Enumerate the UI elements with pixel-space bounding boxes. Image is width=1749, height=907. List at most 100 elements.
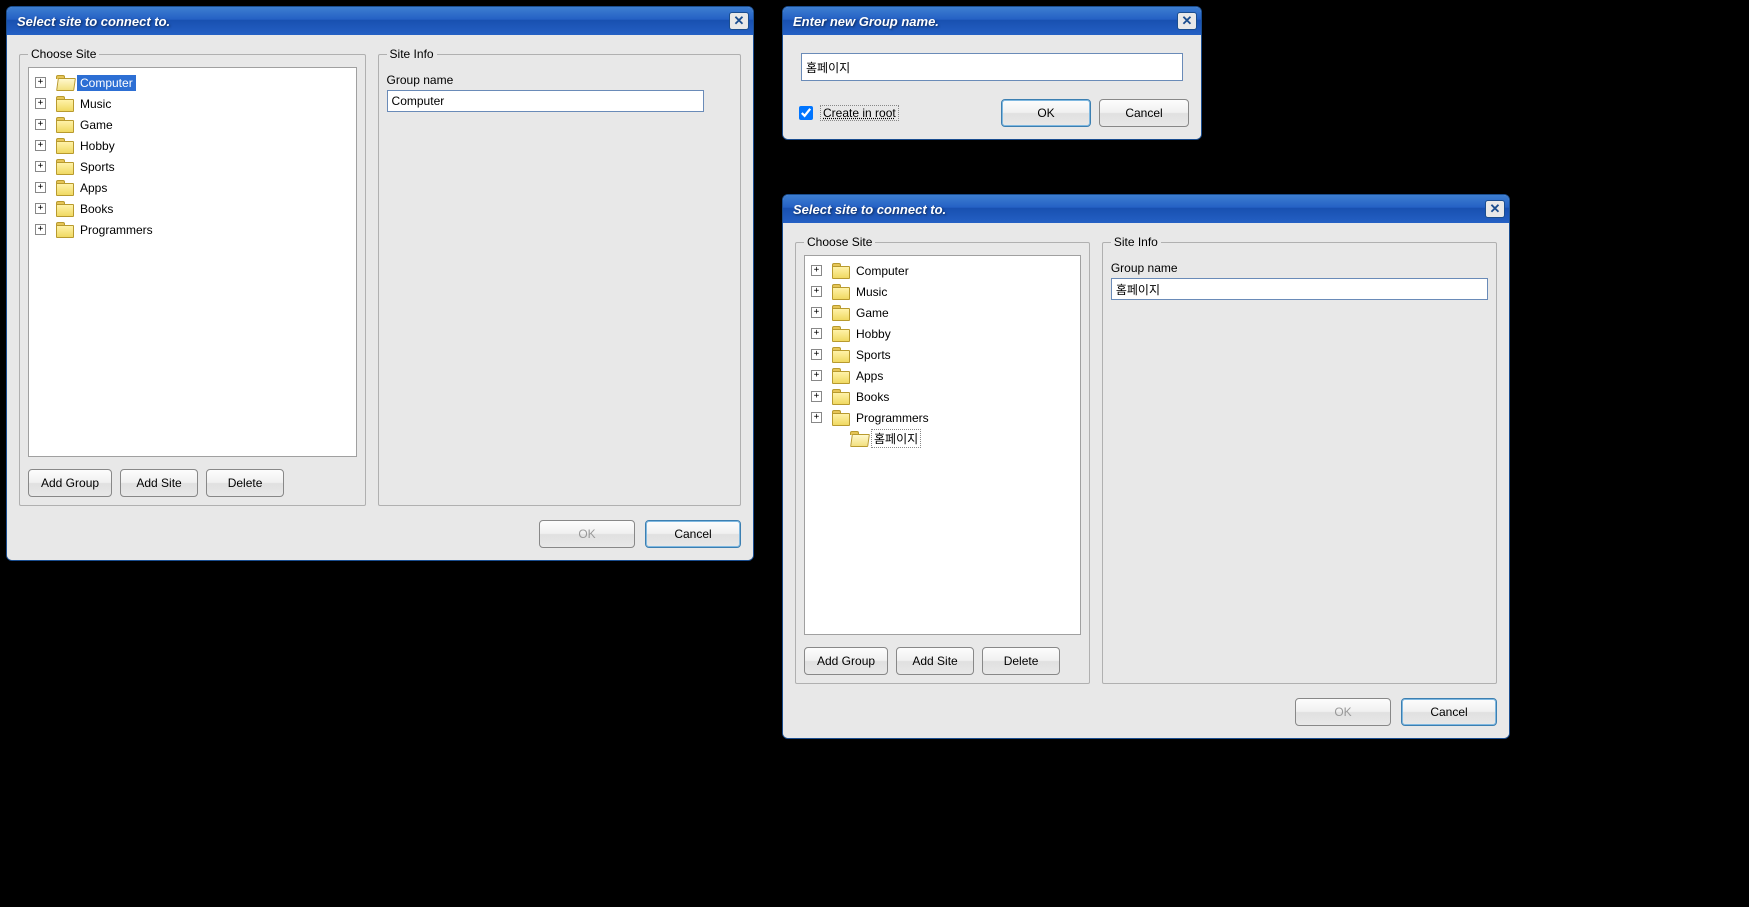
group-name-input[interactable] [387,90,705,112]
expand-icon[interactable]: + [811,286,822,297]
expand-icon[interactable]: + [811,265,822,276]
tree-item-label[interactable]: Sports [77,159,118,175]
tree-item[interactable]: + Game [31,114,354,135]
close-icon[interactable]: ✕ [1177,12,1197,30]
titlebar[interactable]: Select site to connect to. ✕ [7,7,753,35]
tree-item[interactable]: + Hobby [807,323,1078,344]
cancel-button[interactable]: Cancel [1401,698,1497,726]
create-in-root-label[interactable]: Create in root [820,105,899,121]
tree-item-label[interactable]: Sports [853,347,894,363]
folder-icon [832,284,850,299]
tree-item[interactable]: + Sports [807,344,1078,365]
group-name-label: Group name [1111,261,1488,275]
expand-icon[interactable]: + [35,182,46,193]
tree-item[interactable]: + Music [807,281,1078,302]
tree-item[interactable]: + Books [31,198,354,219]
tree-item[interactable]: + Computer [807,260,1078,281]
folder-icon [56,96,74,111]
folder-icon [850,431,868,446]
ok-button: OK [539,520,635,548]
tree-item[interactable]: + Game [807,302,1078,323]
ok-button[interactable]: OK [1001,99,1091,127]
expand-icon[interactable]: + [35,98,46,109]
tree-item[interactable]: + Hobby [31,135,354,156]
folder-icon [832,305,850,320]
site-info-group: Site Info Group name [1102,235,1497,684]
folder-icon [832,263,850,278]
close-icon[interactable]: ✕ [729,12,749,30]
delete-button[interactable]: Delete [982,647,1060,675]
tree-item-label[interactable]: Hobby [77,138,118,154]
tree-item-label[interactable]: Music [853,284,890,300]
group-name-input[interactable] [801,53,1183,81]
expand-icon[interactable]: + [35,119,46,130]
expand-icon[interactable]: + [811,307,822,318]
expand-icon[interactable]: + [811,328,822,339]
folder-icon [832,389,850,404]
tree-item-label[interactable]: Game [853,305,892,321]
close-icon[interactable]: ✕ [1485,200,1505,218]
tree-item[interactable]: + Sports [31,156,354,177]
tree-item[interactable]: + Computer [31,72,354,93]
expand-icon[interactable]: + [35,140,46,151]
choose-site-group: Choose Site + Computer + Music + Game + Hobby + S… [795,235,1090,684]
folder-icon [56,222,74,237]
enter-group-name-dialog: Enter new Group name. ✕ Create in root O… [782,6,1202,140]
tree-item[interactable]: 홈페이지 [807,428,1078,449]
folder-icon [56,138,74,153]
create-in-root-checkbox[interactable] [799,106,813,120]
tree-item-label[interactable]: Game [77,117,116,133]
choose-site-legend: Choose Site [804,235,875,249]
tree-item[interactable]: + Programmers [31,219,354,240]
expand-icon[interactable]: + [811,412,822,423]
cancel-button[interactable]: Cancel [645,520,741,548]
tree-item-label[interactable]: Apps [77,180,110,196]
site-info-group: Site Info Group name [378,47,741,506]
expand-icon[interactable]: + [35,161,46,172]
cancel-button[interactable]: Cancel [1099,99,1189,127]
tree-item-label[interactable]: Music [77,96,114,112]
choose-site-legend: Choose Site [28,47,99,61]
folder-icon [56,201,74,216]
tree-item-label[interactable]: 홈페이지 [871,429,921,448]
tree-item[interactable]: + Apps [807,365,1078,386]
folder-icon [832,410,850,425]
group-name-label: Group name [387,73,732,87]
tree-item-label[interactable]: Programmers [77,222,156,238]
expand-icon[interactable]: + [35,203,46,214]
folder-icon [56,117,74,132]
tree-item[interactable]: + Books [807,386,1078,407]
select-site-dialog-1: Select site to connect to. ✕ Choose Site… [6,6,754,561]
delete-button[interactable]: Delete [206,469,284,497]
add-group-button[interactable]: Add Group [28,469,112,497]
expand-icon[interactable]: + [35,224,46,235]
site-tree[interactable]: + Computer + Music + Game + Hobby + Sports + Apps + B… [28,67,357,457]
add-site-button[interactable]: Add Site [896,647,974,675]
expand-icon[interactable]: + [811,370,822,381]
expand-icon[interactable]: + [811,349,822,360]
add-group-button[interactable]: Add Group [804,647,888,675]
folder-icon [832,347,850,362]
tree-item-label[interactable]: Computer [77,75,136,91]
tree-item-label[interactable]: Apps [853,368,886,384]
tree-item-label[interactable]: Hobby [853,326,894,342]
tree-item-label[interactable]: Programmers [853,410,932,426]
dialog-title: Select site to connect to. [17,14,729,29]
expand-icon[interactable]: + [35,77,46,88]
titlebar[interactable]: Enter new Group name. ✕ [783,7,1201,35]
titlebar[interactable]: Select site to connect to. ✕ [783,195,1509,223]
site-tree[interactable]: + Computer + Music + Game + Hobby + Sports + Apps + B… [804,255,1081,635]
tree-item[interactable]: + Music [31,93,354,114]
tree-item[interactable]: + Apps [31,177,354,198]
tree-item-label[interactable]: Books [77,201,116,217]
ok-button: OK [1295,698,1391,726]
tree-item-label[interactable]: Books [853,389,892,405]
site-info-legend: Site Info [387,47,437,61]
tree-item-label[interactable]: Computer [853,263,912,279]
expand-icon[interactable]: + [811,391,822,402]
add-site-button[interactable]: Add Site [120,469,198,497]
tree-item[interactable]: + Programmers [807,407,1078,428]
dialog-title: Enter new Group name. [793,14,1177,29]
group-name-input[interactable] [1111,278,1488,300]
site-info-legend: Site Info [1111,235,1161,249]
